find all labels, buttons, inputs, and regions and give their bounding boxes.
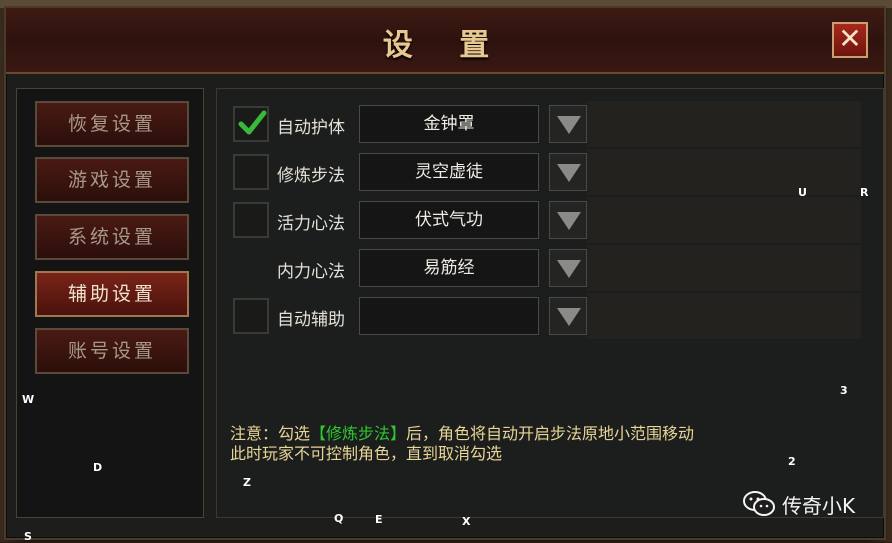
- setting-row-auto-protect: 自动护体 金钟罩: [233, 101, 861, 147]
- row-background: [587, 197, 861, 243]
- tab-label: 辅助设置: [67, 283, 156, 305]
- wechat-icon: [743, 491, 775, 516]
- tab-assist-settings[interactable]: 辅助设置: [35, 271, 189, 317]
- setting-label: 活力心法: [277, 214, 345, 234]
- overlay-marker: R: [860, 186, 869, 199]
- notice-line-2: 此时玩家不可控制角色，直到取消勾选: [230, 444, 503, 463]
- tab-game-settings[interactable]: 游戏设置: [35, 157, 189, 203]
- setting-label: 自动辅助: [277, 310, 345, 330]
- footwork-checkbox[interactable]: [233, 154, 269, 190]
- auto-protect-select[interactable]: 金钟罩: [359, 105, 539, 143]
- auto-assist-select[interactable]: [359, 297, 539, 335]
- notice-text: 注意：勾选【修炼步法】后，角色将自动开启步法原地小范围移动 此时玩家不可控制角色…: [230, 424, 790, 464]
- tab-restore-settings[interactable]: 恢复设置: [35, 101, 189, 147]
- setting-label: 自动护体: [277, 118, 345, 138]
- close-button[interactable]: ✕: [832, 22, 868, 58]
- auto-assist-dropdown-button[interactable]: [549, 297, 587, 335]
- overlay-marker: Q: [334, 512, 344, 525]
- vitality-dropdown-button[interactable]: [549, 201, 587, 239]
- tab-label: 游戏设置: [67, 169, 156, 191]
- triangle-down-icon: [557, 212, 581, 230]
- setting-row-auto-assist: 自动辅助: [233, 293, 861, 339]
- vitality-select[interactable]: 伏式气功: [359, 201, 539, 239]
- overlay-marker: D: [93, 461, 103, 474]
- triangle-down-icon: [557, 308, 581, 326]
- notice-suffix: 后，角色将自动开启步法原地小范围移动: [406, 424, 695, 443]
- triangle-down-icon: [557, 260, 581, 278]
- overlay-marker: U: [798, 186, 807, 199]
- overlay-marker: 2: [788, 455, 796, 468]
- triangle-down-icon: [557, 164, 581, 182]
- tab-account-settings[interactable]: 账号设置: [35, 328, 189, 374]
- auto-protect-checkbox[interactable]: [233, 106, 269, 142]
- auto-assist-checkbox[interactable]: [233, 298, 269, 334]
- row-background: [587, 245, 861, 291]
- tab-label: 账号设置: [67, 340, 156, 362]
- setting-label: 修炼步法: [277, 166, 345, 186]
- tab-label: 恢复设置: [67, 113, 156, 135]
- settings-sidebar: 恢复设置 游戏设置 系统设置 辅助设置 账号设置: [16, 88, 204, 518]
- vitality-checkbox[interactable]: [233, 202, 269, 238]
- inner-power-dropdown-button[interactable]: [549, 249, 587, 287]
- row-background: [587, 293, 861, 339]
- overlay-marker: X: [462, 515, 471, 528]
- overlay-marker: Z: [243, 476, 251, 489]
- notice-prefix: 注意：勾选: [230, 424, 311, 443]
- setting-row-footwork: 修炼步法 灵空虚徒: [233, 149, 861, 195]
- auto-protect-dropdown-button[interactable]: [549, 105, 587, 143]
- overlay-marker: E: [375, 513, 383, 526]
- notice-highlight: 【修炼步法】: [310, 424, 407, 443]
- row-background: [587, 149, 861, 195]
- setting-label: 内力心法: [277, 262, 345, 282]
- notice-line-1: 注意：勾选【修炼步法】后，角色将自动开启步法原地小范围移动: [230, 424, 790, 444]
- tab-label: 系统设置: [67, 226, 156, 248]
- setting-row-vitality: 活力心法 伏式气功: [233, 197, 861, 243]
- setting-row-inner-power: 内力心法 易筋经: [233, 245, 861, 291]
- overlay-marker: 3: [840, 384, 848, 397]
- tab-system-settings[interactable]: 系统设置: [35, 214, 189, 260]
- footwork-select[interactable]: 灵空虚徒: [359, 153, 539, 191]
- row-background: [587, 101, 861, 147]
- checkmark-icon: [238, 110, 267, 135]
- footwork-dropdown-button[interactable]: [549, 153, 587, 191]
- inner-power-select[interactable]: 易筋经: [359, 249, 539, 287]
- overlay-marker: S: [24, 530, 32, 543]
- close-icon: ✕: [838, 22, 862, 55]
- overlay-marker: W: [22, 393, 35, 406]
- title-bar: 设 置 ✕: [6, 8, 884, 74]
- window-title: 设 置: [382, 28, 508, 63]
- watermark-text: 传奇小K: [782, 494, 856, 518]
- triangle-down-icon: [557, 116, 581, 134]
